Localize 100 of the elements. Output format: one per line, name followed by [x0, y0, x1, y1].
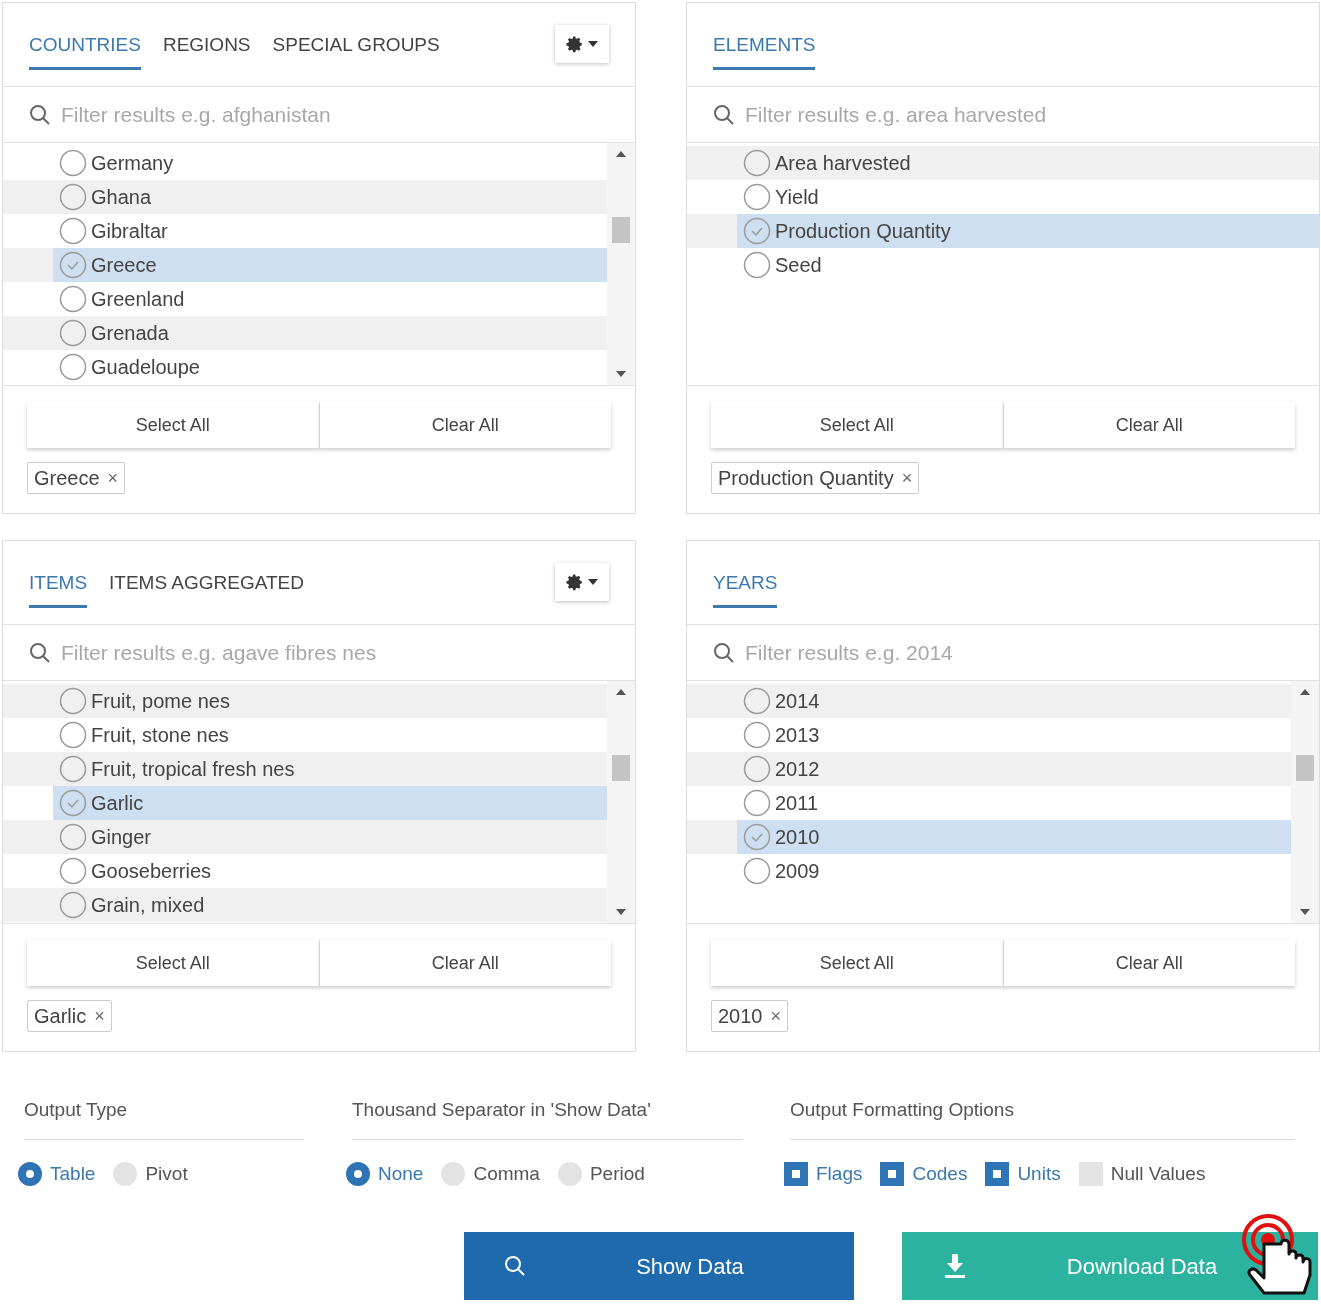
- radio-icon: [59, 755, 87, 783]
- checked-radio-icon: [59, 251, 87, 279]
- tab[interactable]: YEARS: [713, 571, 778, 608]
- checkbox-option[interactable]: Units: [985, 1159, 1061, 1188]
- select-all-button[interactable]: Select All: [27, 940, 320, 986]
- chip-label: 2010: [718, 1004, 763, 1029]
- list-option[interactable]: Germany: [53, 146, 607, 180]
- radio-icon: [743, 149, 771, 177]
- list-option[interactable]: 2013: [737, 718, 1291, 752]
- radio-icon: [59, 891, 87, 919]
- checkbox-option[interactable]: Codes: [880, 1159, 968, 1188]
- list-option[interactable]: Ghana: [53, 180, 607, 214]
- tab[interactable]: ITEMS: [29, 571, 88, 608]
- list-option[interactable]: Fruit, pome nes: [53, 684, 607, 718]
- list-option[interactable]: Garlic: [53, 786, 607, 820]
- scroll-up-arrow-icon[interactable]: [616, 151, 626, 157]
- radio-option[interactable]: Period: [557, 1159, 645, 1188]
- option-group-title: Thousand Separator in 'Show Data': [352, 1096, 742, 1140]
- list-option[interactable]: 2009: [737, 854, 1291, 888]
- radio-icon: [59, 823, 87, 851]
- scrollbar-thumb[interactable]: [1296, 755, 1314, 781]
- list-option[interactable]: Fruit, tropical fresh nes: [53, 752, 607, 786]
- list-option[interactable]: Grain, mixed: [53, 888, 607, 922]
- checkbox-option[interactable]: Null Values: [1078, 1159, 1206, 1188]
- tab[interactable]: ITEMS AGGREGATED: [109, 571, 305, 608]
- radio-icon: [59, 687, 87, 715]
- clear-all-button[interactable]: Clear All: [319, 402, 611, 448]
- radio-icon: [59, 149, 87, 177]
- radio-icon: [743, 251, 771, 279]
- scroll-down-arrow-icon[interactable]: [616, 371, 626, 377]
- remove-chip-button[interactable]: ×: [94, 1002, 105, 1030]
- list-option[interactable]: 2014: [737, 684, 1291, 718]
- list-option[interactable]: Gooseberries: [53, 854, 607, 888]
- checkbox-option[interactable]: Flags: [784, 1159, 863, 1188]
- tab[interactable]: COUNTRIES: [29, 33, 141, 70]
- radio-icon: [743, 857, 771, 885]
- tab[interactable]: SPECIAL GROUPS: [272, 33, 440, 70]
- select-all-button[interactable]: Select All: [711, 940, 1004, 986]
- checked-radio-icon: [59, 789, 87, 817]
- list-option[interactable]: Area harvested: [737, 146, 1319, 180]
- search-field[interactable]: Filter results e.g. 2014: [745, 636, 1319, 669]
- radio-option[interactable]: Pivot: [113, 1159, 188, 1188]
- chip-label: Garlic: [34, 1004, 87, 1029]
- radio-icon: [743, 721, 771, 749]
- radio-option[interactable]: Table: [18, 1159, 96, 1188]
- list-option[interactable]: Seed: [737, 248, 1319, 282]
- search-icon: [713, 641, 735, 664]
- list-option[interactable]: Fruit, stone nes: [53, 718, 607, 752]
- scroll-down-arrow-icon[interactable]: [1300, 909, 1310, 915]
- list-option[interactable]: 2011: [737, 786, 1291, 820]
- search-field[interactable]: Filter results e.g. agave fibres nes: [61, 636, 635, 669]
- radio-icon: [59, 721, 87, 749]
- list-option[interactable]: Ginger: [53, 820, 607, 854]
- radio-icon: [743, 687, 771, 715]
- caret-icon: [588, 579, 598, 585]
- scroll-up-arrow-icon[interactable]: [1300, 689, 1310, 695]
- search-icon: [29, 641, 51, 664]
- settings-dropdown-button[interactable]: [555, 25, 609, 63]
- select-all-button[interactable]: Select All: [711, 402, 1004, 448]
- clear-all-button[interactable]: Clear All: [319, 940, 611, 986]
- show-data-button[interactable]: Show Data: [464, 1232, 854, 1300]
- list-option[interactable]: Greece: [53, 248, 607, 282]
- scrollbar-thumb[interactable]: [612, 755, 630, 781]
- list-option[interactable]: Yield: [737, 180, 1319, 214]
- remove-chip-button[interactable]: ×: [107, 464, 119, 492]
- radio-option[interactable]: None: [346, 1159, 424, 1188]
- list-option[interactable]: Guadeloupe: [53, 350, 607, 384]
- search-icon: [713, 103, 735, 126]
- scroll-up-arrow-icon[interactable]: [616, 689, 626, 695]
- scrollbar-thumb[interactable]: [612, 217, 630, 243]
- chip-label: Greece: [34, 466, 100, 491]
- radio-icon: [743, 183, 771, 211]
- list-option[interactable]: 2010: [737, 820, 1291, 854]
- chip-label: Production Quantity: [718, 466, 894, 491]
- radio-icon: [59, 217, 87, 245]
- list-option[interactable]: Greenland: [53, 282, 607, 316]
- list-option[interactable]: Grenada: [53, 316, 607, 350]
- radio-icon: [59, 285, 87, 313]
- select-all-button[interactable]: Select All: [27, 402, 320, 448]
- settings-dropdown-button[interactable]: [555, 563, 609, 601]
- remove-chip-button[interactable]: ×: [770, 1002, 781, 1030]
- radio-icon: [59, 857, 87, 885]
- list-option[interactable]: 2012: [737, 752, 1291, 786]
- radio-icon: [59, 319, 87, 347]
- radio-option[interactable]: Comma: [441, 1159, 540, 1188]
- clear-all-button[interactable]: Clear All: [1003, 940, 1295, 986]
- remove-chip-button[interactable]: ×: [901, 464, 913, 492]
- scrollbar[interactable]: [607, 681, 635, 923]
- list-option[interactable]: Production Quantity: [737, 214, 1319, 248]
- list-option[interactable]: Gibraltar: [53, 214, 607, 248]
- gear-icon: [566, 573, 584, 591]
- search-field[interactable]: Filter results e.g. afghanistan: [61, 98, 635, 131]
- search-field[interactable]: Filter results e.g. area harvested: [745, 98, 1319, 131]
- search-icon: [504, 1255, 526, 1277]
- scrollbar[interactable]: [1291, 681, 1319, 923]
- tab[interactable]: ELEMENTS: [713, 33, 816, 70]
- tab[interactable]: REGIONS: [162, 33, 251, 70]
- scroll-down-arrow-icon[interactable]: [616, 909, 626, 915]
- clear-all-button[interactable]: Clear All: [1003, 402, 1295, 448]
- scrollbar[interactable]: [607, 143, 635, 385]
